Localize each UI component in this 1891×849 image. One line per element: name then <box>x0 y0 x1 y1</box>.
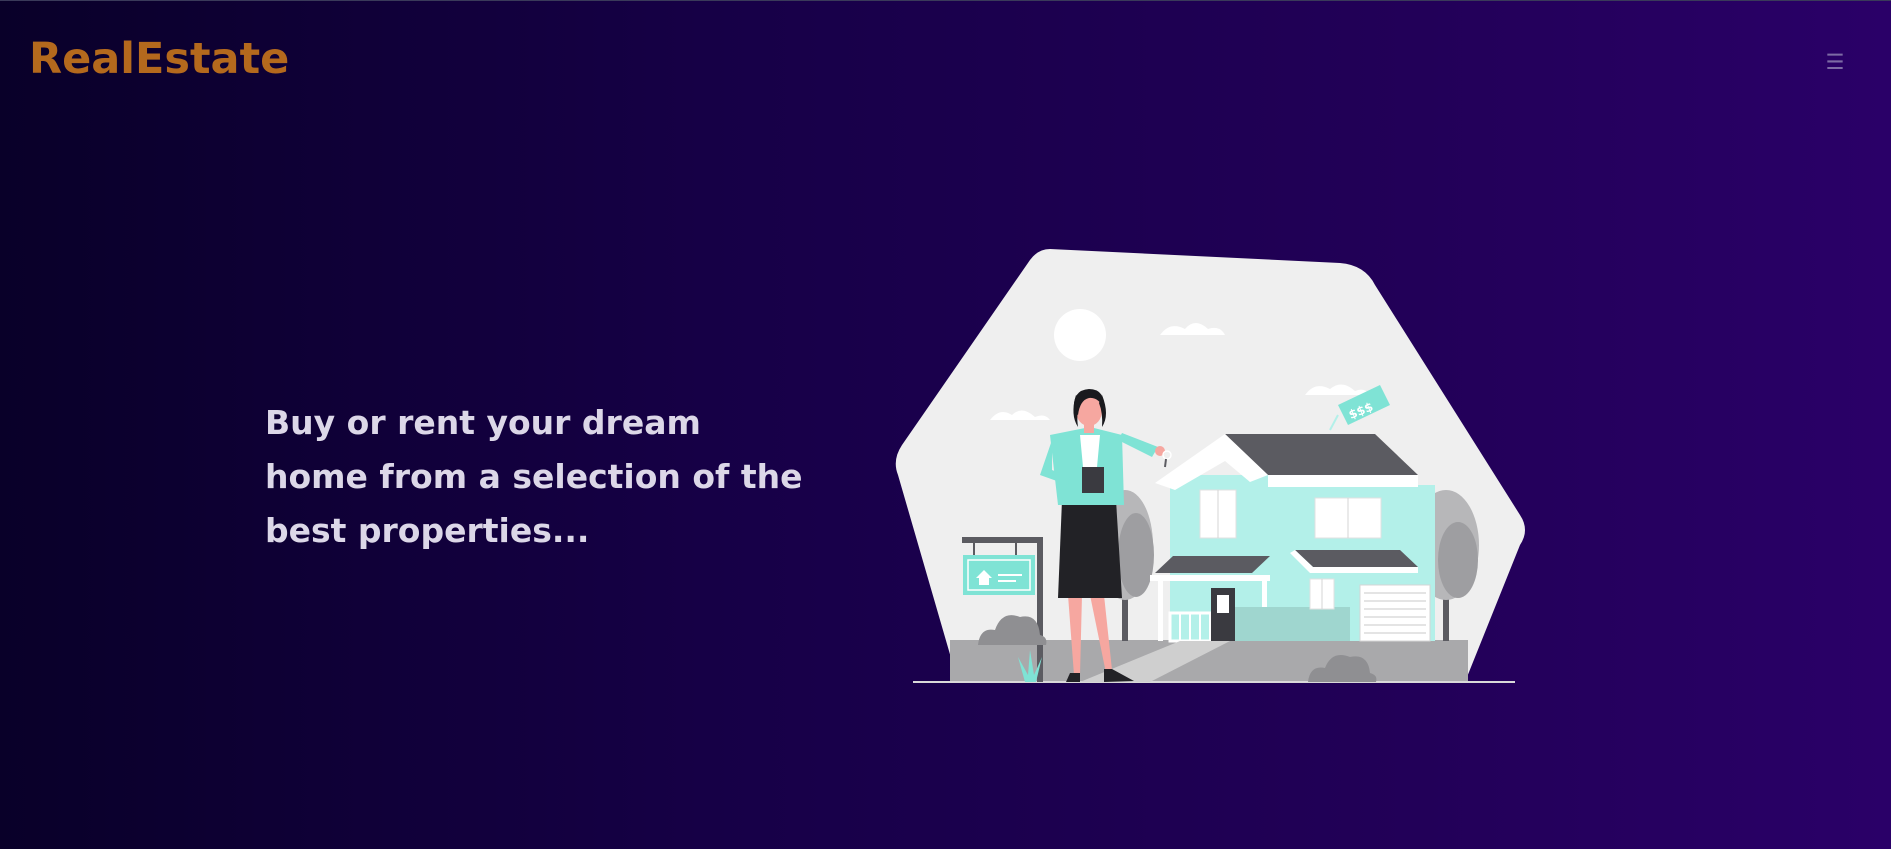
top-border-line <box>0 0 1891 1</box>
hero-headline: Buy or rent your dream home from a selec… <box>265 403 803 550</box>
hamburger-menu-icon[interactable]: ☰ <box>1823 50 1847 74</box>
sun-icon <box>1054 309 1106 361</box>
hero-illustration: $$$ <box>890 245 1530 685</box>
site-logo[interactable]: RealEstate <box>29 38 289 81</box>
garage-roof <box>1295 550 1418 567</box>
porch-roof <box>1155 556 1270 573</box>
tablet-icon <box>1082 467 1104 493</box>
house-agent-illustration: $$$ <box>895 249 1525 683</box>
